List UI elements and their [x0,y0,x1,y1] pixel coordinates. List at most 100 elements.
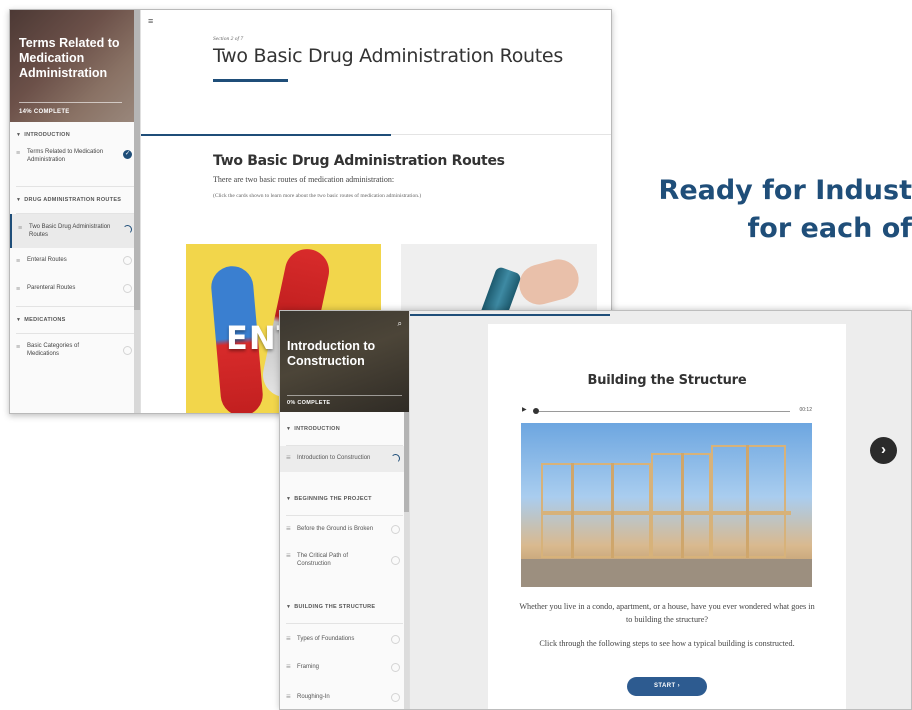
status-circle-icon [391,525,400,534]
start-button[interactable]: START › [627,677,707,696]
lesson-lines-icon: ≡ [16,344,21,351]
lesson-lines-icon: ≡ [286,551,291,560]
lesson-lines-icon: ≡ [286,692,291,701]
status-circle-icon [391,556,400,565]
frame-post [611,463,614,558]
sidebar-item-label: Framing [297,664,320,670]
sidebar-scrollbar[interactable] [134,10,140,413]
lesson-progress-line [410,314,610,316]
lesson-progress-line [141,134,611,136]
promo-line-2: for each of [747,213,912,244]
triangle-down-icon: ▼ [16,132,22,138]
section-label: Section 2 of 7 [213,36,244,42]
section-heading[interactable]: ▼ INTRODUCTION [10,122,140,148]
status-circle-icon [391,663,400,672]
lesson-lines-icon: ≡ [286,634,291,643]
hand-image [514,254,584,310]
content-note: (Click the cards shown to learn more abo… [213,193,422,199]
triangle-down-icon: ▼ [286,603,292,610]
lesson-lines-icon: ≡ [286,662,291,671]
progress-ring-icon [391,454,400,463]
sidebar-item-label: Enteral Routes [27,257,67,263]
sidebar-item-label: Roughing-In [297,694,330,700]
sidebar-item-parenteral[interactable]: ≡ Parenteral Routes [10,276,140,306]
lesson-lines-icon: ≡ [18,225,23,232]
section-heading[interactable]: ▼ INTRODUCTION [280,412,409,445]
sidebar-item-label: Before the Ground is Broken [297,526,374,532]
sidebar-item-label: Types of Foundations [297,636,355,642]
course-sidebar: ⌕ Introduction to Construction 0% COMPLE… [280,311,410,709]
lesson-card: Building the Structure ▶ 00:12 Whether y… [488,324,846,709]
lesson-body: Two Basic Drug Administration Routes The… [213,153,553,199]
scrollbar-thumb[interactable] [404,412,409,512]
lesson-heading: Building the Structure [587,373,747,388]
status-circle-icon [391,635,400,644]
sidebar-item-foundations[interactable]: ≡ Types of Foundations [280,624,409,654]
sidebar-scrollbar[interactable] [404,412,409,709]
lesson-progress-fill [141,134,391,136]
sidebar-item-enteral[interactable]: ≡ Enteral Routes [10,248,140,276]
status-circle-icon [123,346,132,355]
sidebar-item-before-ground[interactable]: ≡ Before the Ground is Broken [280,516,409,546]
progress-text: 14% COMPLETE [19,109,70,115]
hamburger-icon[interactable]: ≡ [148,16,153,26]
lesson-paragraph-1: Whether you live in a condo, apartment, … [519,602,815,624]
section-heading[interactable]: ▼ DRUG ADMINISTRATION ROUTES [10,187,140,213]
course-title: Terms Related to Medication Administrati… [19,36,120,80]
sidebar-item-label: Two Basic Drug Administration Routes [29,224,111,238]
triangle-down-icon: ▼ [16,197,22,203]
sidebar-item-label: Terms Related to Medication Administrati… [27,149,104,163]
progress-bar [19,102,122,103]
frame-post [571,463,574,558]
search-icon[interactable]: ⌕ [398,319,402,329]
status-circle-icon [123,256,132,265]
section-heading[interactable]: ▼ BUILDING THE STRUCTURE [280,590,409,623]
chevron-right-icon[interactable]: › [870,437,897,464]
sidebar-item-label: The Critical Path of Construction [297,553,349,567]
course-title: Introduction to Construction [287,339,376,368]
progress-text: 0% COMPLETE [287,400,331,406]
sidebar-item-label: Introduction to Construction [297,455,371,461]
sidebar-item-label: Basic Categories of Medications [27,343,80,357]
sidebar-item-roughing-in[interactable]: ≡ Roughing-In [280,684,409,709]
promo-line-1: Ready for Indust [658,175,912,206]
content-heading: Two Basic Drug Administration Routes [213,153,505,169]
construction-photo [521,423,812,587]
course-sidebar: Terms Related to Medication Administrati… [10,10,141,413]
title-underline [213,79,288,82]
sidebar-item-introduction[interactable]: ≡ Introduction to Construction [280,446,409,472]
course-header: Terms Related to Medication Administrati… [10,10,140,122]
sidebar-item-label: Parenteral Routes [27,285,76,291]
lesson-lines-icon: ≡ [16,258,21,265]
lesson-lines-icon: ≡ [286,453,291,462]
progress-bar [287,395,402,396]
section-heading[interactable]: ▼ BEGINNING THE PROJECT [280,482,409,515]
sidebar-item-framing[interactable]: ≡ Framing [280,654,409,684]
triangle-down-icon: ▼ [286,425,292,432]
lesson-lines-icon: ≡ [16,286,21,293]
frame-post [746,445,749,558]
status-circle-icon [123,284,132,293]
sidebar-item-terms[interactable]: ≡ Terms Related to Medication Administra… [10,148,140,186]
check-icon: ✓ [123,150,132,159]
sidebar-item-critical-path[interactable]: ≡ The Critical Path of Construction [280,546,409,580]
sidebar-item-two-basic-routes[interactable]: ≡ Two Basic Drug Administration Routes [10,214,140,248]
ground [521,559,812,587]
triangle-down-icon: ▼ [286,495,292,502]
lesson-header: Section 2 of 7 Two Basic Drug Administra… [213,36,563,82]
section-heading[interactable]: ▼ MEDICATIONS [10,307,140,333]
lesson-paragraph-2: Click through the following steps to see… [539,639,795,648]
sidebar-item-basic-categories[interactable]: ≡ Basic Categories of Medications [10,334,140,366]
content-text: There are two basic routes of medication… [213,175,395,184]
status-circle-icon [391,693,400,702]
promo-headline: Ready for Indust for each of [612,172,912,248]
scrollbar-thumb[interactable] [134,10,140,310]
course-header: ⌕ Introduction to Construction 0% COMPLE… [280,311,409,412]
play-icon[interactable]: ▶ [522,406,527,413]
progress-ring-icon [123,225,132,234]
lesson-lines-icon: ≡ [16,150,21,157]
lesson-lines-icon: ≡ [286,524,291,533]
audio-track[interactable] [539,410,790,412]
audio-time: 00:12 [799,407,812,413]
audio-player[interactable]: ▶ 00:12 [522,406,812,416]
